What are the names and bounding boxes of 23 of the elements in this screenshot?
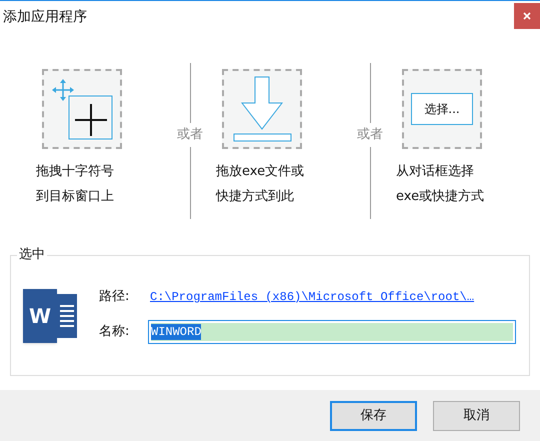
caption-text: exe或快捷方式 <box>396 188 484 206</box>
caption-text: 拖拽十字符号 <box>36 163 114 181</box>
download-arrow-icon <box>231 75 293 143</box>
window-title: 添加应用程序 <box>3 8 87 27</box>
browse-button[interactable]: 选择... <box>411 93 473 125</box>
caption-text: 拖放exe文件或 <box>216 163 304 181</box>
caption-text: 到目标窗口上 <box>36 188 114 206</box>
path-label: 路径: <box>99 288 130 306</box>
name-field[interactable]: WINWORD <box>148 320 516 344</box>
close-button[interactable] <box>514 3 540 29</box>
dialog-button[interactable]: 保存 <box>330 400 417 430</box>
dialog-button[interactable]: 取消 <box>433 400 520 430</box>
drop-zone[interactable] <box>222 69 302 149</box>
caption-text: 快捷方式到此 <box>216 188 295 206</box>
or-label: 或者 <box>357 126 383 144</box>
path-link[interactable]: C:\ProgramFiles (x86)\Microsoft Office\root\… <box>150 288 474 306</box>
or-label: 或者 <box>177 126 203 144</box>
drop-zone[interactable]: 选择... <box>402 69 482 149</box>
close-icon <box>523 12 531 20</box>
crosshair-icon <box>51 78 113 140</box>
caption-text: 从对话框选择 <box>396 163 475 181</box>
name-label: 名称: <box>99 323 130 341</box>
drop-zone[interactable] <box>42 69 122 149</box>
